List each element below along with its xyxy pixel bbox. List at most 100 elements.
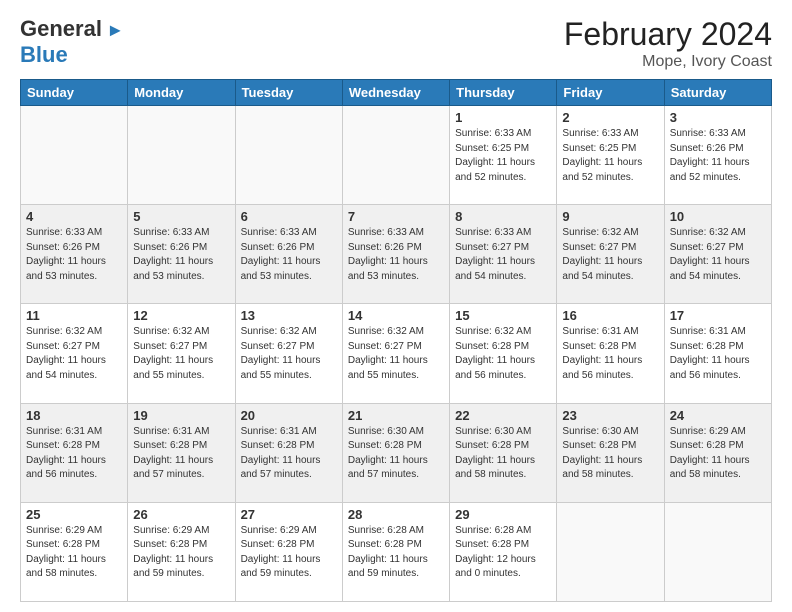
day-info: Sunrise: 6:33 AM Sunset: 6:26 PM Dayligh… bbox=[26, 226, 122, 284]
day-number: 1 bbox=[455, 110, 551, 125]
table-row: 29 Sunrise: 6:28 AM Sunset: 6:28 PM Dayli… bbox=[450, 502, 557, 601]
day-number: 9 bbox=[562, 209, 658, 224]
day-info: Sunrise: 6:33 AM Sunset: 6:27 PM Dayligh… bbox=[455, 226, 551, 284]
table-row bbox=[557, 502, 664, 601]
table-row bbox=[664, 502, 771, 601]
day-number: 26 bbox=[133, 507, 229, 522]
table-row: 1 Sunrise: 6:33 AM Sunset: 6:25 PM Daylig… bbox=[450, 106, 557, 205]
table-row bbox=[128, 106, 235, 205]
day-number: 24 bbox=[670, 408, 766, 423]
day-info: Sunrise: 6:33 AM Sunset: 6:25 PM Dayligh… bbox=[455, 127, 551, 185]
day-info: Sunrise: 6:29 AM Sunset: 6:28 PM Dayligh… bbox=[241, 524, 337, 582]
table-row: 16 Sunrise: 6:31 AM Sunset: 6:28 PM Dayli… bbox=[557, 304, 664, 403]
table-row: 15 Sunrise: 6:32 AM Sunset: 6:28 PM Dayli… bbox=[450, 304, 557, 403]
day-number: 8 bbox=[455, 209, 551, 224]
day-info: Sunrise: 6:32 AM Sunset: 6:27 PM Dayligh… bbox=[562, 226, 658, 284]
header-monday: Monday bbox=[128, 80, 235, 106]
day-number: 22 bbox=[455, 408, 551, 423]
table-row: 3Sunrise: 6:33 AM Sunset: 6:26 PM Daylig… bbox=[664, 106, 771, 205]
day-info: Sunrise: 6:28 AM Sunset: 6:28 PM Dayligh… bbox=[348, 524, 444, 582]
day-info: Sunrise: 6:31 AM Sunset: 6:28 PM Dayligh… bbox=[26, 425, 122, 483]
day-number: 3 bbox=[670, 110, 766, 125]
calendar-week-row: 18 Sunrise: 6:31 AM Sunset: 6:28 PM Dayli… bbox=[21, 403, 772, 502]
logo-general: General bbox=[20, 16, 102, 41]
day-number: 27 bbox=[241, 507, 337, 522]
table-row: 8 Sunrise: 6:33 AM Sunset: 6:27 PM Daylig… bbox=[450, 205, 557, 304]
table-row: 28 Sunrise: 6:28 AM Sunset: 6:28 PM Dayli… bbox=[342, 502, 449, 601]
day-number: 28 bbox=[348, 507, 444, 522]
day-info: Sunrise: 6:31 AM Sunset: 6:28 PM Dayligh… bbox=[241, 425, 337, 483]
day-number: 17 bbox=[670, 308, 766, 323]
calendar-header-row: Sunday Monday Tuesday Wednesday Thursday… bbox=[21, 80, 772, 106]
header: General ► Blue February 2024 Mope, Ivory… bbox=[20, 16, 772, 71]
day-number: 11 bbox=[26, 308, 122, 323]
header-saturday: Saturday bbox=[664, 80, 771, 106]
table-row: 19 Sunrise: 6:31 AM Sunset: 6:28 PM Dayli… bbox=[128, 403, 235, 502]
table-row: 25Sunrise: 6:29 AM Sunset: 6:28 PM Dayli… bbox=[21, 502, 128, 601]
table-row: 14 Sunrise: 6:32 AM Sunset: 6:27 PM Dayli… bbox=[342, 304, 449, 403]
day-info: Sunrise: 6:30 AM Sunset: 6:28 PM Dayligh… bbox=[562, 425, 658, 483]
table-row: 10Sunrise: 6:32 AM Sunset: 6:27 PM Dayli… bbox=[664, 205, 771, 304]
calendar-week-row: 1 Sunrise: 6:33 AM Sunset: 6:25 PM Daylig… bbox=[21, 106, 772, 205]
table-row: 21 Sunrise: 6:30 AM Sunset: 6:28 PM Dayli… bbox=[342, 403, 449, 502]
table-row: 2Sunrise: 6:33 AM Sunset: 6:25 PM Daylig… bbox=[557, 106, 664, 205]
day-info: Sunrise: 6:32 AM Sunset: 6:27 PM Dayligh… bbox=[133, 325, 229, 383]
table-row: 4Sunrise: 6:33 AM Sunset: 6:26 PM Daylig… bbox=[21, 205, 128, 304]
day-number: 15 bbox=[455, 308, 551, 323]
logo: General ► Blue bbox=[20, 16, 124, 68]
header-friday: Friday bbox=[557, 80, 664, 106]
table-row: 5 Sunrise: 6:33 AM Sunset: 6:26 PM Daylig… bbox=[128, 205, 235, 304]
header-tuesday: Tuesday bbox=[235, 80, 342, 106]
day-number: 7 bbox=[348, 209, 444, 224]
table-row: 13 Sunrise: 6:32 AM Sunset: 6:27 PM Dayli… bbox=[235, 304, 342, 403]
day-number: 16 bbox=[562, 308, 658, 323]
day-number: 14 bbox=[348, 308, 444, 323]
table-row: 7Sunrise: 6:33 AM Sunset: 6:26 PM Daylig… bbox=[342, 205, 449, 304]
day-number: 5 bbox=[133, 209, 229, 224]
day-info: Sunrise: 6:33 AM Sunset: 6:26 PM Dayligh… bbox=[241, 226, 337, 284]
table-row bbox=[21, 106, 128, 205]
table-row bbox=[235, 106, 342, 205]
day-number: 19 bbox=[133, 408, 229, 423]
day-info: Sunrise: 6:31 AM Sunset: 6:28 PM Dayligh… bbox=[670, 325, 766, 383]
day-info: Sunrise: 6:33 AM Sunset: 6:26 PM Dayligh… bbox=[133, 226, 229, 284]
day-info: Sunrise: 6:32 AM Sunset: 6:27 PM Dayligh… bbox=[348, 325, 444, 383]
day-info: Sunrise: 6:29 AM Sunset: 6:28 PM Dayligh… bbox=[26, 524, 122, 582]
table-row: 12 Sunrise: 6:32 AM Sunset: 6:27 PM Dayli… bbox=[128, 304, 235, 403]
day-number: 29 bbox=[455, 507, 551, 522]
calendar-title: February 2024 bbox=[564, 16, 772, 53]
day-info: Sunrise: 6:29 AM Sunset: 6:28 PM Dayligh… bbox=[133, 524, 229, 582]
table-row: 27 Sunrise: 6:29 AM Sunset: 6:28 PM Dayli… bbox=[235, 502, 342, 601]
calendar-week-row: 4Sunrise: 6:33 AM Sunset: 6:26 PM Daylig… bbox=[21, 205, 772, 304]
day-number: 23 bbox=[562, 408, 658, 423]
day-number: 2 bbox=[562, 110, 658, 125]
day-number: 21 bbox=[348, 408, 444, 423]
table-row: 24 Sunrise: 6:29 AM Sunset: 6:28 PM Dayli… bbox=[664, 403, 771, 502]
day-info: Sunrise: 6:32 AM Sunset: 6:28 PM Dayligh… bbox=[455, 325, 551, 383]
day-info: Sunrise: 6:28 AM Sunset: 6:28 PM Dayligh… bbox=[455, 524, 551, 582]
table-row: 9 Sunrise: 6:32 AM Sunset: 6:27 PM Daylig… bbox=[557, 205, 664, 304]
day-info: Sunrise: 6:32 AM Sunset: 6:27 PM Dayligh… bbox=[670, 226, 766, 284]
table-row: 23 Sunrise: 6:30 AM Sunset: 6:28 PM Dayli… bbox=[557, 403, 664, 502]
table-row: 6Sunrise: 6:33 AM Sunset: 6:26 PM Daylig… bbox=[235, 205, 342, 304]
day-info: Sunrise: 6:31 AM Sunset: 6:28 PM Dayligh… bbox=[133, 425, 229, 483]
table-row: 18 Sunrise: 6:31 AM Sunset: 6:28 PM Dayli… bbox=[21, 403, 128, 502]
day-info: Sunrise: 6:30 AM Sunset: 6:28 PM Dayligh… bbox=[348, 425, 444, 483]
day-info: Sunrise: 6:29 AM Sunset: 6:28 PM Dayligh… bbox=[670, 425, 766, 483]
calendar-week-row: 25Sunrise: 6:29 AM Sunset: 6:28 PM Dayli… bbox=[21, 502, 772, 601]
table-row: 17 Sunrise: 6:31 AM Sunset: 6:28 PM Dayli… bbox=[664, 304, 771, 403]
table-row: 26 Sunrise: 6:29 AM Sunset: 6:28 PM Dayli… bbox=[128, 502, 235, 601]
day-number: 12 bbox=[133, 308, 229, 323]
day-info: Sunrise: 6:32 AM Sunset: 6:27 PM Dayligh… bbox=[241, 325, 337, 383]
calendar-table: Sunday Monday Tuesday Wednesday Thursday… bbox=[20, 79, 772, 602]
header-thursday: Thursday bbox=[450, 80, 557, 106]
table-row bbox=[342, 106, 449, 205]
day-number: 13 bbox=[241, 308, 337, 323]
day-info: Sunrise: 6:31 AM Sunset: 6:28 PM Dayligh… bbox=[562, 325, 658, 383]
title-section: February 2024 Mope, Ivory Coast bbox=[564, 16, 772, 71]
day-number: 18 bbox=[26, 408, 122, 423]
calendar-subtitle: Mope, Ivory Coast bbox=[564, 53, 772, 71]
day-info: Sunrise: 6:30 AM Sunset: 6:28 PM Dayligh… bbox=[455, 425, 551, 483]
header-wednesday: Wednesday bbox=[342, 80, 449, 106]
header-sunday: Sunday bbox=[21, 80, 128, 106]
